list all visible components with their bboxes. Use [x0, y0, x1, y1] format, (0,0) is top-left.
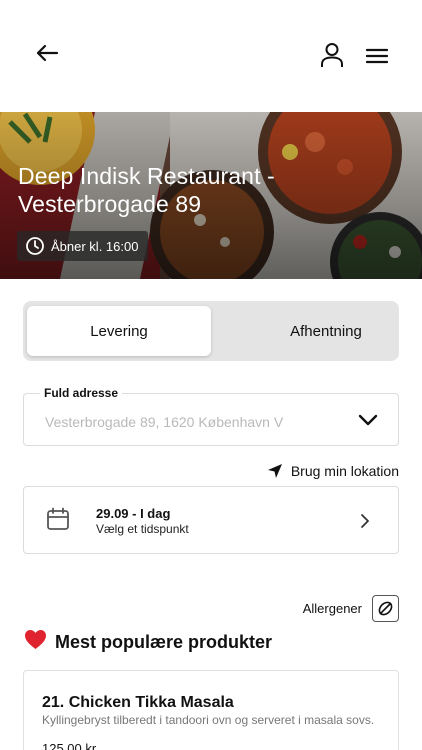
product-price: 125,00 kr. — [42, 741, 100, 750]
address-field-label: Fuld adresse — [40, 386, 123, 400]
restaurant-hero: Deep Indisk Restaurant - Vesterbrogade 8… — [0, 112, 422, 279]
allergens-button[interactable] — [372, 595, 399, 622]
use-my-location-label: Brug min lokation — [290, 463, 399, 479]
address-dropdown[interactable]: Vesterbrogade 89, 1620 København V — [23, 393, 399, 446]
delivery-mode-toggle: Levering Afhentning — [23, 301, 399, 361]
select-time-hint: Vælg et tidspunkt — [96, 522, 189, 536]
allergens-label: Allergener — [302, 601, 362, 616]
product-name: 21. Chicken Tikka Masala — [42, 694, 234, 711]
product-description: Kyllingebryst tilberedt i tandoori ovn o… — [42, 713, 375, 727]
calendar-icon — [47, 507, 69, 530]
product-card[interactable]: 21. Chicken Tikka Masala Kyllingebryst t… — [23, 670, 399, 750]
location-arrow-icon — [267, 464, 282, 478]
restaurant-name: Deep Indisk Restaurant - Vesterbrogade 8… — [18, 163, 275, 217]
clock-icon — [25, 236, 45, 256]
hamburger-menu-icon — [366, 48, 388, 64]
top-bar — [0, 0, 422, 112]
tab-delivery[interactable]: Levering — [27, 306, 211, 356]
chevron-right-icon — [361, 514, 369, 528]
user-icon — [321, 43, 343, 67]
account-button[interactable] — [318, 40, 346, 70]
opening-hours-badge: Åbner kl. 16:00 — [17, 231, 149, 261]
use-my-location-button[interactable]: Brug min lokation — [267, 460, 399, 482]
opening-hours-text: Åbner kl. 16:00 — [51, 238, 139, 254]
back-button[interactable] — [30, 38, 64, 68]
allergens-row: Allergener — [303, 595, 399, 622]
menu-button[interactable] — [362, 42, 392, 70]
allergen-icon — [378, 601, 393, 616]
popular-products-title: Mest populære produkter — [55, 631, 273, 652]
address-value: Vesterbrogade 89, 1620 København V — [45, 414, 284, 430]
heart-icon — [24, 629, 47, 655]
popular-products-heading: Mest populære produkter — [24, 629, 272, 655]
arrow-left-icon — [36, 44, 59, 62]
tab-pickup[interactable]: Afhentning — [234, 306, 418, 356]
selected-date: 29.09 - I dag — [96, 506, 171, 521]
chevron-down-icon — [358, 414, 378, 426]
date-time-picker[interactable]: 29.09 - I dag Vælg et tidspunkt — [23, 486, 399, 554]
